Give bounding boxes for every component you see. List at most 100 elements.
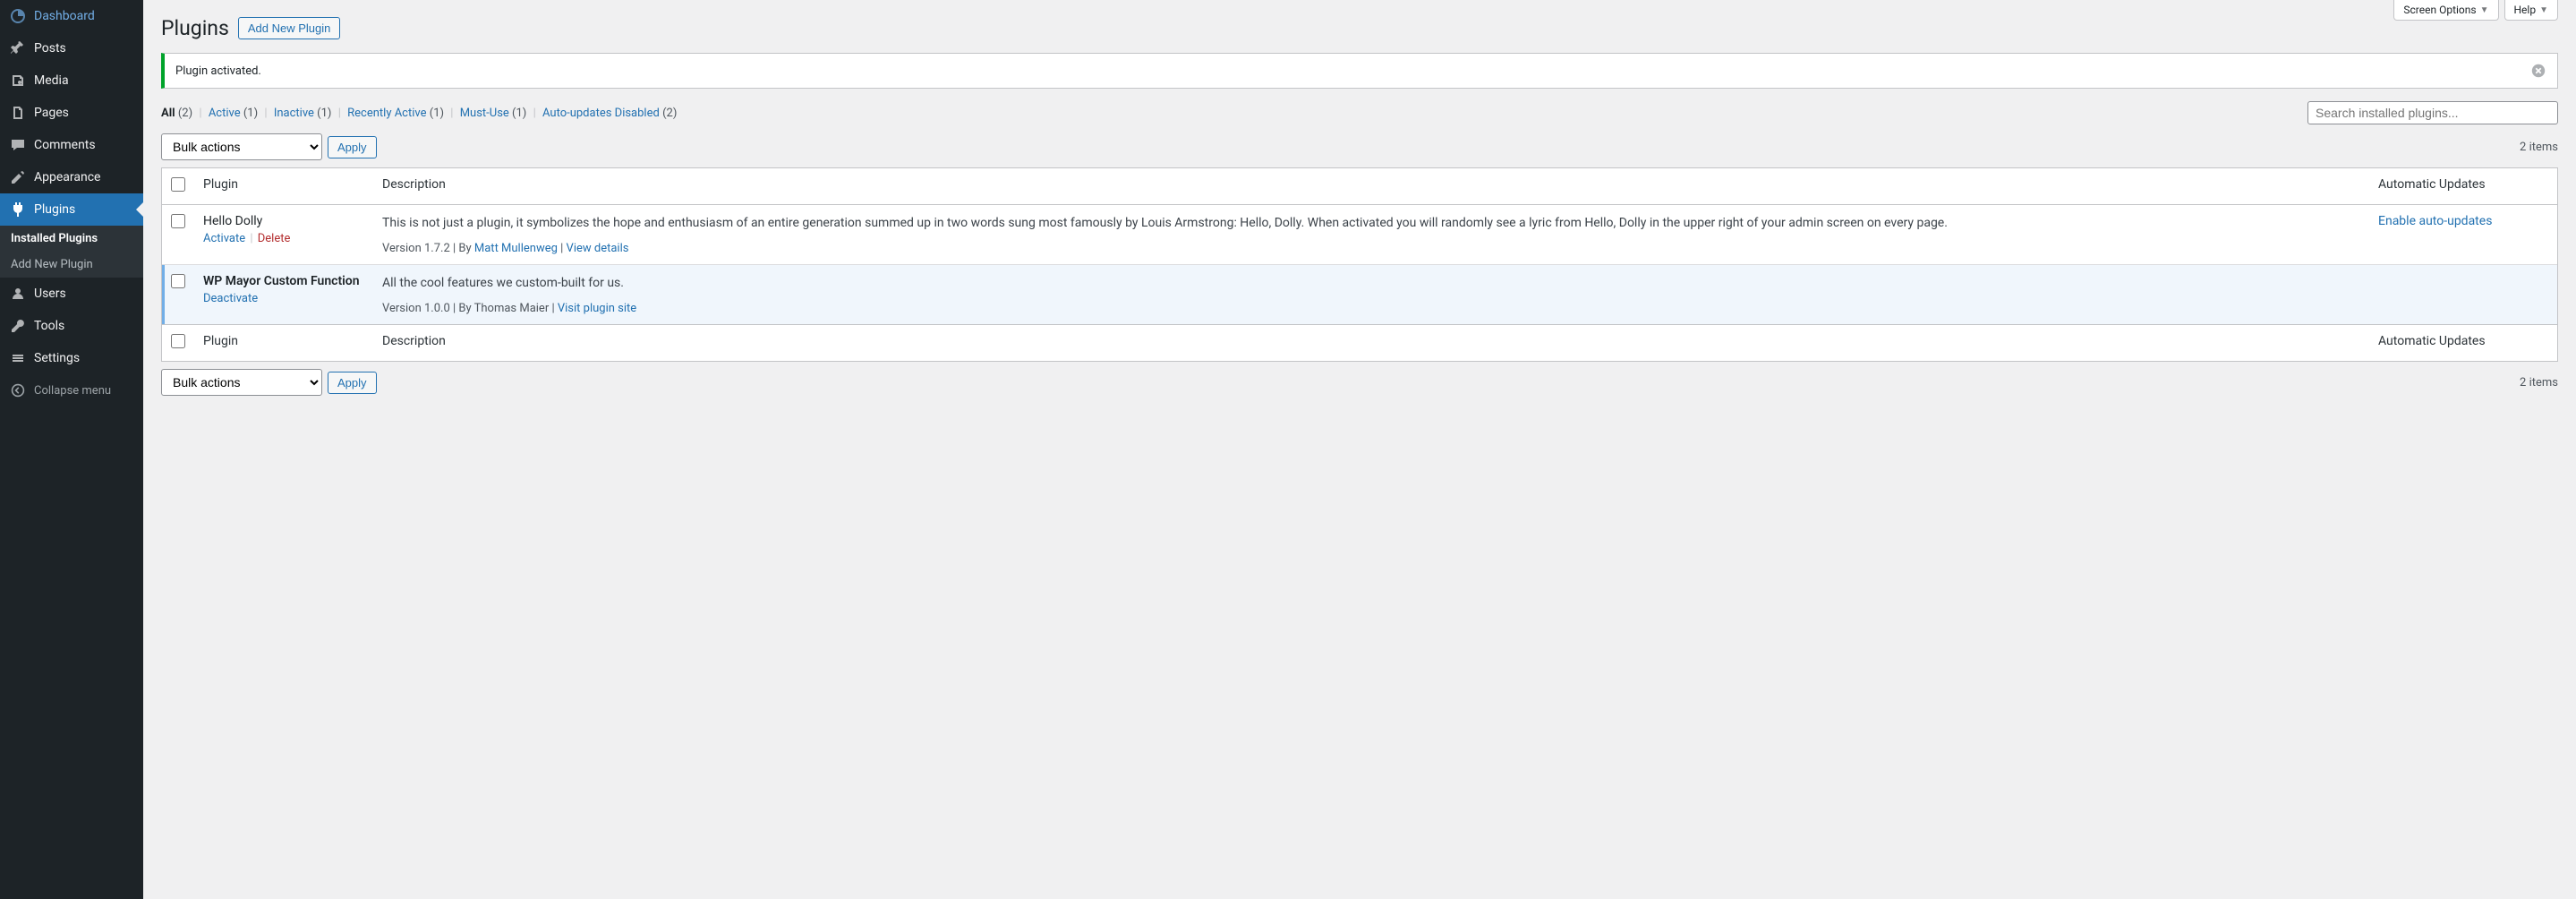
admin-sidebar: Dashboard Posts Media Pages Comments App… xyxy=(0,0,143,899)
users-icon xyxy=(9,285,27,303)
bulk-actions-top: Bulk actions Apply 2 items xyxy=(161,133,2558,160)
page-title: Plugins xyxy=(161,16,229,40)
sidebar-item-appearance[interactable]: Appearance xyxy=(0,161,143,193)
plugins-submenu: Installed Plugins Add New Plugin xyxy=(0,226,143,278)
filter-all-count: (2) xyxy=(178,107,192,120)
submenu-installed-plugins[interactable]: Installed Plugins xyxy=(0,226,143,252)
comments-icon xyxy=(9,136,27,154)
plugins-table: Plugin Description Automatic Updates Hel… xyxy=(161,167,2558,362)
page-header: Plugins Add New Plugin xyxy=(161,0,2558,40)
sidebar-item-comments[interactable]: Comments xyxy=(0,129,143,161)
col-auto-updates-foot[interactable]: Automatic Updates xyxy=(2369,324,2557,361)
row-actions: Activate | Delete xyxy=(203,232,364,245)
plugin-description: All the cool features we custom-built fo… xyxy=(382,274,2360,293)
screen-options-label: Screen Options xyxy=(2403,4,2476,16)
col-description-foot[interactable]: Description xyxy=(373,324,2369,361)
author-link[interactable]: Matt Mullenweg xyxy=(474,242,558,255)
plugin-row: Hello Dolly Activate | Delete This is no… xyxy=(162,205,2557,265)
chevron-down-icon: ▼ xyxy=(2480,5,2489,15)
select-all-top[interactable] xyxy=(171,177,185,192)
sidebar-item-pages[interactable]: Pages xyxy=(0,97,143,129)
plugin-row: WP Mayor Custom Function Deactivate All … xyxy=(162,265,2557,324)
pages-icon xyxy=(9,104,27,122)
bulk-actions-select[interactable]: Bulk actions xyxy=(161,133,322,160)
sidebar-item-users[interactable]: Users xyxy=(0,278,143,310)
notice-success: Plugin activated. xyxy=(161,53,2558,89)
item-count-top: 2 items xyxy=(2520,141,2558,154)
activate-link[interactable]: Activate xyxy=(203,232,245,245)
settings-icon xyxy=(9,349,27,367)
delete-link[interactable]: Delete xyxy=(258,232,291,245)
plugin-meta: Version 1.0.0 | By Thomas Maier | Visit … xyxy=(382,302,2360,315)
enable-auto-updates-link[interactable]: Enable auto-updates xyxy=(2378,214,2492,228)
sidebar-item-label: Users xyxy=(34,287,66,301)
plugins-icon xyxy=(9,201,27,218)
sidebar-item-label: Comments xyxy=(34,138,96,152)
col-plugin-foot[interactable]: Plugin xyxy=(194,324,373,361)
filter-all[interactable]: All xyxy=(161,107,175,120)
main-content: Screen Options ▼ Help ▼ Plugins Add New … xyxy=(143,0,2576,899)
filter-recent-count: (1) xyxy=(430,107,444,120)
chevron-down-icon: ▼ xyxy=(2539,5,2548,15)
collapse-menu[interactable]: Collapse menu xyxy=(0,374,143,407)
tools-icon xyxy=(9,317,27,335)
appearance-icon xyxy=(9,168,27,186)
col-auto-updates[interactable]: Automatic Updates xyxy=(2369,168,2557,205)
filter-links: All (2) | Active (1) | Inactive (1) | Re… xyxy=(161,107,677,120)
collapse-label: Collapse menu xyxy=(34,384,111,398)
visit-plugin-site-link[interactable]: Visit plugin site xyxy=(558,302,636,315)
sidebar-item-label: Plugins xyxy=(34,202,75,217)
sidebar-item-label: Dashboard xyxy=(34,9,95,23)
apply-button[interactable]: Apply xyxy=(328,136,377,158)
sidebar-item-dashboard[interactable]: Dashboard xyxy=(0,0,143,32)
sidebar-item-plugins[interactable]: Plugins xyxy=(0,193,143,226)
collapse-icon xyxy=(9,381,27,399)
search-plugins-input[interactable] xyxy=(2307,101,2558,124)
dismiss-icon[interactable] xyxy=(2530,63,2546,79)
filter-inactive-count: (1) xyxy=(317,107,331,120)
sidebar-item-label: Pages xyxy=(34,106,69,120)
notice-text: Plugin activated. xyxy=(175,64,261,78)
apply-button-bottom[interactable]: Apply xyxy=(328,372,377,394)
help-tab[interactable]: Help ▼ xyxy=(2504,0,2559,21)
select-all-bottom[interactable] xyxy=(171,334,185,348)
plugin-meta: Version 1.7.2 | By Matt Mullenweg | View… xyxy=(382,242,2360,255)
plugin-checkbox[interactable] xyxy=(171,214,185,228)
filter-must-use[interactable]: Must-Use xyxy=(460,107,509,120)
filter-auto-updates-disabled[interactable]: Auto-updates Disabled xyxy=(542,107,660,120)
sidebar-item-label: Tools xyxy=(34,319,64,333)
sidebar-item-media[interactable]: Media xyxy=(0,64,143,97)
filter-auto-dis-count: (2) xyxy=(662,107,677,120)
view-details-link[interactable]: View details xyxy=(567,242,629,255)
filter-inactive[interactable]: Inactive xyxy=(274,107,314,120)
filter-recently-active[interactable]: Recently Active xyxy=(347,107,426,120)
bulk-actions-select-bottom[interactable]: Bulk actions xyxy=(161,369,322,396)
media-icon xyxy=(9,72,27,90)
sidebar-item-label: Posts xyxy=(34,41,66,56)
plugin-checkbox[interactable] xyxy=(171,274,185,288)
sidebar-item-label: Appearance xyxy=(34,170,100,184)
row-actions: Deactivate xyxy=(203,292,364,305)
col-plugin[interactable]: Plugin xyxy=(194,168,373,205)
sidebar-item-tools[interactable]: Tools xyxy=(0,310,143,342)
sidebar-item-label: Settings xyxy=(34,351,80,365)
dashboard-icon xyxy=(9,7,27,25)
bulk-actions-bottom: Bulk actions Apply 2 items xyxy=(161,369,2558,396)
filter-active[interactable]: Active xyxy=(209,107,241,120)
col-description[interactable]: Description xyxy=(373,168,2369,205)
filter-must-use-count: (1) xyxy=(512,107,526,120)
sidebar-item-posts[interactable]: Posts xyxy=(0,32,143,64)
submenu-add-new-plugin[interactable]: Add New Plugin xyxy=(0,252,143,278)
filter-active-count: (1) xyxy=(243,107,258,120)
sidebar-item-settings[interactable]: Settings xyxy=(0,342,143,374)
top-tabs: Screen Options ▼ Help ▼ xyxy=(2393,0,2558,21)
screen-options-tab[interactable]: Screen Options ▼ xyxy=(2393,0,2498,21)
deactivate-link[interactable]: Deactivate xyxy=(203,292,258,305)
add-new-plugin-button[interactable]: Add New Plugin xyxy=(238,17,341,39)
item-count-bottom: 2 items xyxy=(2520,376,2558,390)
plugin-description: This is not just a plugin, it symbolizes… xyxy=(382,214,2360,233)
plugin-name: WP Mayor Custom Function xyxy=(203,274,364,288)
pin-icon xyxy=(9,39,27,57)
help-label: Help xyxy=(2514,4,2537,16)
plugin-name: Hello Dolly xyxy=(203,214,364,228)
